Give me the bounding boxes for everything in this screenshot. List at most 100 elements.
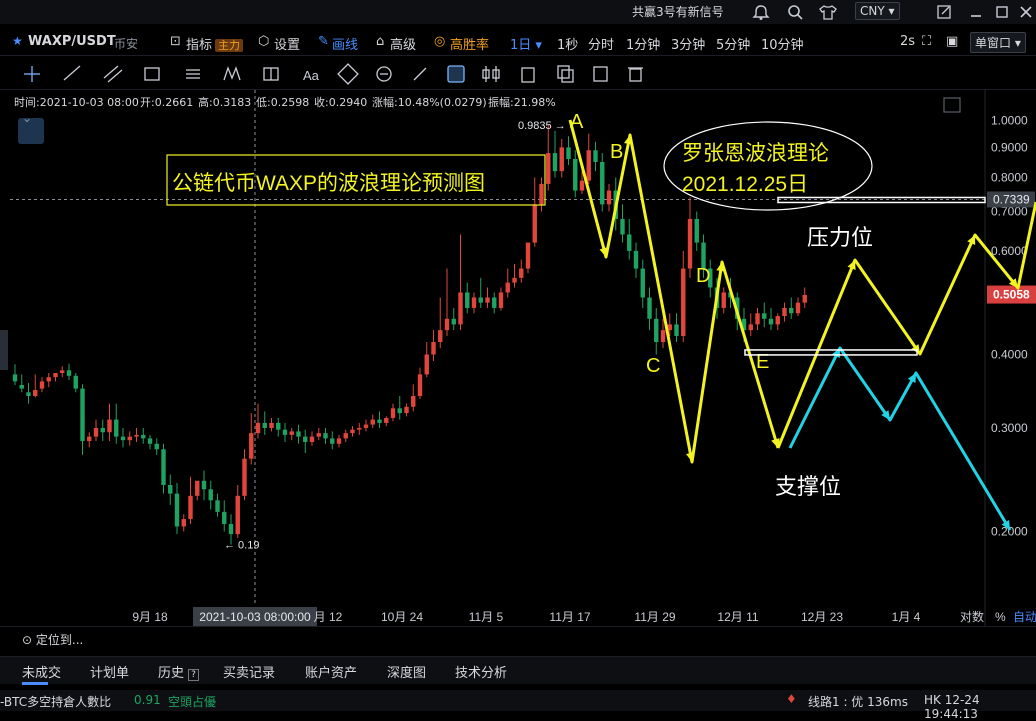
candle-body: [60, 370, 65, 374]
x-tick-label: 11月 17: [549, 610, 590, 624]
candle-body: [222, 511, 227, 524]
period-timeshare[interactable]: 分时: [588, 34, 614, 53]
candle-body: [242, 458, 247, 496]
wave-label: B: [610, 141, 623, 163]
tab-analysis[interactable]: 技术分析: [455, 662, 507, 681]
candle-body: [107, 419, 112, 433]
shirt-icon[interactable]: [818, 4, 838, 20]
tab-trades[interactable]: 买卖记录: [223, 662, 275, 681]
exchange-name: 币安: [114, 37, 139, 51]
candle-body: [282, 429, 288, 435]
candle-body: [498, 292, 504, 308]
candle-body: [512, 277, 517, 283]
candle-body: [26, 392, 31, 396]
candle-body: [350, 429, 355, 434]
candle-body: [789, 307, 794, 314]
candle-body: [377, 419, 382, 423]
locate-button[interactable]: ⊙ 定位到...: [22, 631, 83, 648]
win-rate-icon[interactable]: ◎: [434, 34, 445, 49]
support-line: [744, 349, 918, 356]
x-tick-label: 9月 18: [132, 610, 168, 624]
drawing-tools-icons: Aa: [24, 63, 643, 85]
candle-body: [795, 302, 801, 314]
indicator-button[interactable]: 指标 主力: [186, 34, 244, 53]
tab-open-orders[interactable]: 未成交: [22, 662, 61, 681]
candlestick-chart[interactable]: 1.00000.90000.80000.70000.60000.50000.40…: [0, 90, 1036, 626]
candle-body: [640, 268, 645, 298]
draw-button[interactable]: 画线: [332, 34, 358, 53]
candle-body: [53, 373, 58, 378]
candle-body: [546, 153, 551, 184]
win-rate-button[interactable]: 高胜率: [450, 34, 489, 53]
chart-toolbar: ★ WAXP/USDT 币安 ⊡ 指标 主力 ⬡ 设置 ✎ 画线 ⌂ 高级 ◎ 高…: [0, 28, 1036, 56]
candle-body: [586, 150, 591, 181]
indicator-icon[interactable]: ⊡: [170, 34, 181, 49]
x-tick-label: 11月 5: [469, 610, 504, 624]
candle-body: [411, 395, 416, 407]
candle-body: [633, 250, 639, 269]
fullscreen-icon[interactable]: ⛶: [922, 34, 931, 49]
period-selected-label: 1日: [510, 38, 532, 53]
candle-body: [519, 268, 524, 278]
tab-assets[interactable]: 账户资产: [305, 662, 357, 681]
advanced-icon[interactable]: ⌂: [376, 34, 384, 49]
candle-body: [276, 422, 281, 430]
camera-icon[interactable]: ▣: [946, 34, 958, 49]
network-line[interactable]: 线路1 : 优 136ms: [808, 693, 908, 710]
search-icon[interactable]: [786, 4, 804, 20]
candle-body: [417, 374, 423, 396]
candle-body: [87, 436, 92, 442]
refresh-rate[interactable]: 2s: [900, 34, 915, 49]
tab-history[interactable]: 历史 ?: [158, 662, 199, 681]
period-10m[interactable]: 10分钟: [761, 34, 804, 53]
tab-plan-orders[interactable]: 计划单: [90, 662, 129, 681]
candle-body: [168, 484, 173, 494]
promo-text[interactable]: 共赢3号有新信号: [632, 3, 724, 20]
tab-depth[interactable]: 深度图: [387, 662, 426, 681]
svg-text:Aa: Aa: [303, 68, 320, 83]
currency-select[interactable]: CNY ▾: [855, 2, 900, 20]
candle-body: [606, 190, 612, 205]
candle-body: [80, 388, 85, 442]
symbol-name[interactable]: WAXP/USDT: [28, 34, 116, 49]
candle-body: [431, 342, 436, 355]
maximize-icon[interactable]: [994, 4, 1010, 20]
candle-body: [39, 381, 45, 389]
popout-icon[interactable]: [936, 4, 952, 20]
annotation-ellipse: [663, 121, 873, 211]
pen-icon[interactable]: ✎: [318, 34, 329, 49]
measure-icon: [263, 67, 279, 81]
candle-body: [721, 292, 726, 308]
period-1m[interactable]: 1分钟: [626, 34, 660, 53]
advanced-button[interactable]: 高级: [390, 34, 416, 53]
candle-body: [647, 297, 652, 319]
star-icon[interactable]: ★: [12, 34, 23, 48]
settings-button[interactable]: 设置: [274, 34, 300, 53]
candle-body: [161, 449, 166, 485]
window-mode-select[interactable]: 单窗口 ▾: [970, 32, 1026, 53]
eraser-icon: [447, 65, 465, 83]
clock: HK 12-24 19:44:13: [924, 693, 980, 721]
period-selected[interactable]: 1日 ▾: [510, 34, 542, 53]
settings-icon[interactable]: ⬡: [258, 34, 269, 49]
candle-body: [492, 297, 497, 308]
candle-body: [195, 480, 200, 496]
expand-icon: [943, 97, 961, 113]
period-1s[interactable]: 1秒: [557, 34, 578, 53]
candle-body: [451, 318, 456, 325]
candle-body: [120, 436, 126, 441]
candle-body: [181, 519, 186, 527]
minimize-icon[interactable]: [968, 4, 984, 20]
close-icon[interactable]: [1018, 4, 1034, 20]
period-5m[interactable]: 5分钟: [716, 34, 750, 53]
candle-body: [215, 500, 220, 512]
candle-body: [552, 153, 558, 172]
candle-body: [363, 424, 369, 428]
min-price-label: ← 0.19: [224, 540, 259, 552]
y-tick-label: 0.3000: [991, 421, 1028, 435]
candle-body: [525, 242, 531, 269]
period-3m[interactable]: 3分钟: [671, 34, 705, 53]
wave-label: A: [570, 111, 584, 133]
candle-body: [323, 433, 328, 439]
bell-icon[interactable]: [752, 4, 770, 20]
